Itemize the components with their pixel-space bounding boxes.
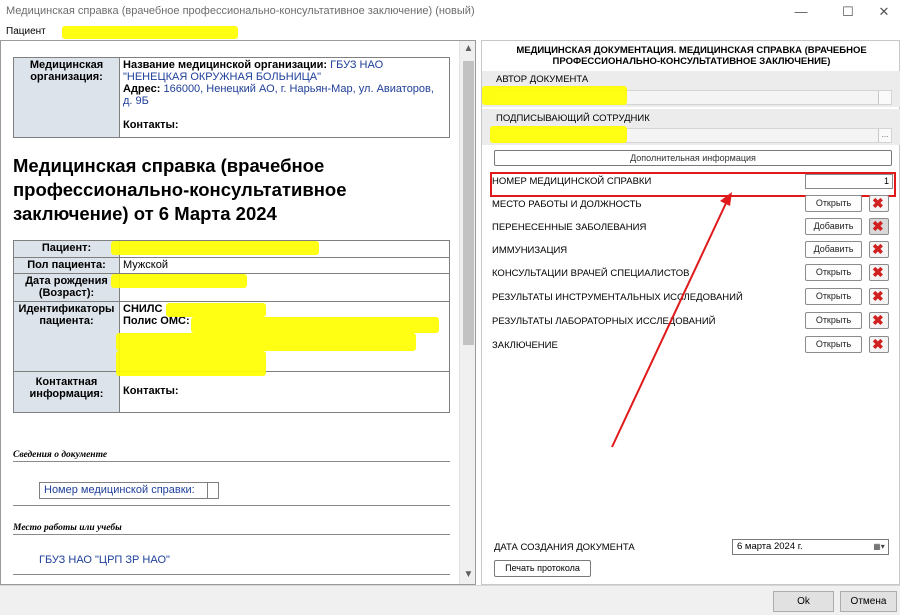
section-divider [13,574,450,575]
doc-number-separator [207,483,208,498]
document-scrollbar[interactable]: ▲ ▼ [459,41,475,584]
doc-number-box: Номер медицинской справки: [39,482,219,499]
dob-label: Дата рождения (Возраст): [13,273,120,302]
patient-label: Пациент: [13,240,120,258]
org-address-value: 166000, Ненецкий АО, г. Нарьян-Мар, ул. … [123,83,434,107]
annotation-arrow [611,192,732,448]
properties-panel: МЕДИЦИНСКАЯ ДОКУМЕНТАЦИЯ. МЕДИЦИНСКАЯ СП… [481,40,900,585]
work-value: ГБУЗ НАО "ЦРП ЗР НАО" [39,554,170,566]
org-label: Медицинская организация: [13,57,120,138]
org-address-label: Адрес: [123,83,161,95]
gender-label: Пол пациента: [13,257,120,274]
section-work: Место работы или учебы [13,523,122,533]
gender-value: Мужской [119,257,450,274]
redaction-highlight [166,303,266,317]
scroll-down-icon[interactable]: ▼ [460,569,475,580]
ok-button[interactable]: Ok [773,591,834,612]
calendar-dropdown-icon[interactable]: ▦▾ [870,540,888,554]
snils-label: СНИЛС [123,303,163,315]
section-divider [13,461,450,462]
creation-date-picker[interactable]: 6 марта 2024 г. ▦▾ [732,539,889,555]
org-info: Название медицинской организации: ГБУЗ Н… [119,57,450,138]
section-doc-info: Сведения о документе [13,450,108,460]
close-button[interactable]: ✕ [869,2,899,22]
redaction-highlight [191,317,439,333]
window-titlebar: Медицинская справка (врачебное профессио… [0,0,900,24]
section-divider [13,505,450,506]
redaction-highlight [62,26,238,39]
ids-label: Идентификаторы пациента: [13,301,120,372]
org-table: Медицинская организация: Название медици… [13,57,450,138]
document-viewer: Медицинская организация: Название медици… [0,40,476,585]
redaction-highlight [111,274,247,288]
creation-date-label: ДАТА СОЗДАНИЯ ДОКУМЕНТА [494,542,635,553]
contact-value: Контакты: [119,371,450,413]
contact-label: Контактная информация: [13,371,120,413]
patient-contacts-label: Контакты: [123,385,179,397]
scroll-up-icon[interactable]: ▲ [460,43,475,54]
scroll-thumb[interactable] [463,61,474,345]
org-contacts-label: Контакты: [123,119,179,131]
redaction-highlight [116,333,416,351]
menubar: Пациент [0,24,900,40]
redaction-highlight [116,351,266,376]
menu-patient[interactable]: Пациент [6,26,46,37]
window-title: Медицинская справка (врачебное профессио… [6,5,475,17]
org-name-label: Название медицинской организации: [123,59,328,71]
doc-number-label: Номер медицинской справки: [44,484,195,496]
maximize-button[interactable]: ☐ [833,2,863,22]
section-divider [13,534,450,535]
document-title: Медицинская справка (врачебное профессио… [13,155,347,224]
print-protocol-button[interactable]: Печать протокола [494,560,591,577]
redaction-highlight [111,241,319,255]
cancel-button[interactable]: Отмена [840,591,897,612]
dialog-footer: Ok Отмена [0,585,900,615]
minimize-button[interactable]: — [786,2,816,22]
creation-date-value: 6 марта 2024 г. [737,541,803,552]
